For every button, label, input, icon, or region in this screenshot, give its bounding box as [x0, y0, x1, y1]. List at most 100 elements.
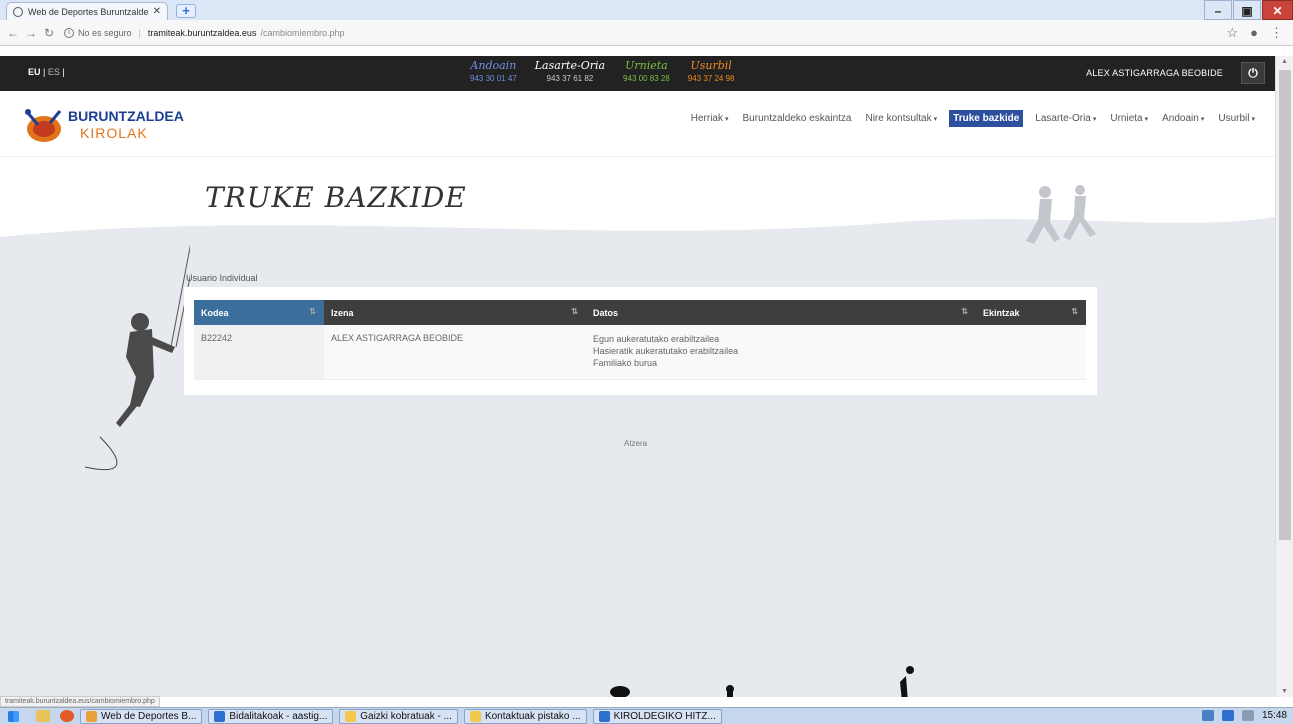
chevron-down-icon: ▾ [1200, 116, 1205, 123]
taskbar-app-button[interactable]: Bidalitakoak - aastig... [208, 708, 334, 724]
table-row: B22242 ALEX ASTIGARRAGA BEOBIDE Egun auk… [194, 325, 1086, 380]
start-button[interactable] [0, 708, 26, 724]
forward-arrow-icon[interactable]: → [22, 26, 40, 40]
cell-ekintzak [976, 325, 1086, 380]
sort-icon: ⇅ [309, 307, 316, 316]
datos-line: Egun aukeratutako erabiltzailea [593, 334, 720, 344]
runners-silhouette-icon [1026, 185, 1096, 244]
town-phones: Andoain 943 30 01 47 Lasarte-Oria 943 37 61… [470, 59, 734, 85]
menu-item-herriak[interactable]: Herriak ▾ [689, 110, 731, 127]
menu-item-label: Andoain [1162, 113, 1199, 124]
column-header-izena[interactable]: Izena ⇅ [324, 300, 586, 325]
sort-icon: ⇅ [961, 307, 968, 316]
url-host: tramiteak.buruntzaldea.eus [147, 27, 257, 38]
chevron-down-icon: ▾ [1092, 116, 1097, 123]
lang-eu-link[interactable]: EU [28, 67, 41, 77]
info-icon[interactable]: i [64, 27, 74, 38]
menu-item-buruntzaldeko-eskaintza[interactable]: Buruntzaldeko eskaintza [741, 110, 854, 127]
taskbar-app-label: Kontaktuak pistako ... [484, 710, 581, 722]
taskbar-app-label: Bidalitakoak - aastig... [229, 710, 328, 722]
reload-icon[interactable]: ↻ [40, 26, 58, 40]
town-contact: Andoain 943 30 01 47 [470, 59, 517, 85]
taskbar-app-button[interactable]: Kontaktuak pistako ... [463, 708, 587, 724]
app-icon [469, 710, 481, 722]
brand-subtitle: KIROLAK [80, 125, 148, 141]
network-icon[interactable] [1201, 710, 1214, 721]
logout-button[interactable]: ⏻ [1241, 62, 1265, 84]
column-header-datos[interactable]: Datos ⇅ [586, 300, 976, 325]
chevron-down-icon: ▾ [1251, 116, 1255, 123]
browser-tab[interactable]: Web de Deportes Buruntzaldea ✕ [6, 2, 168, 20]
menu-item-label: Buruntzaldeko eskaintza [742, 113, 852, 124]
menu-dots-icon[interactable]: ⋮ [1270, 25, 1283, 41]
profile-icon[interactable]: ● [1250, 25, 1258, 41]
taskbar-app-button[interactable]: KIROLDEGIKO HITZ... [592, 708, 722, 724]
scroll-up-icon[interactable]: ▲ [1281, 58, 1288, 65]
window-minimize-button[interactable]: – [1204, 0, 1232, 20]
column-header-label: Kodea [201, 307, 229, 318]
new-tab-button[interactable]: + [176, 4, 196, 18]
chevron-down-icon: ▾ [725, 116, 729, 123]
lang-divider: | [62, 67, 65, 77]
menu-item-urnieta[interactable]: Urnieta ▾ [1108, 110, 1150, 127]
taskbar-app-button[interactable]: Gaizki kobratuak - ... [339, 708, 458, 724]
menu-item-label: Truke bazkide [953, 113, 1020, 124]
volume-icon[interactable] [1241, 710, 1254, 721]
taskbar: Web de Deportes B... Bidalitakoak - aasti… [0, 707, 1293, 724]
clock[interactable]: 15:48 [1262, 710, 1287, 721]
climber-silhouette-icon [84, 244, 190, 471]
column-header-kodea[interactable]: Kodea ⇅ [194, 300, 324, 325]
firefox-icon[interactable] [60, 710, 74, 722]
scroll-down-icon[interactable]: ▼ [1281, 688, 1288, 695]
app-icon [345, 710, 357, 722]
town-phone: 943 30 01 47 [470, 74, 517, 83]
power-icon: ⏻ [1248, 66, 1258, 80]
taskbar-app-label: Gaizki kobratuak - ... [360, 710, 452, 722]
cell-izena: ALEX ASTIGARRAGA BEOBIDE [324, 325, 586, 380]
app-icon [598, 710, 610, 722]
members-table: Kodea ⇅ Izena ⇅ Datos ⇅ Ekintzak ⇅ B22242 AL… [194, 300, 1086, 380]
taskbar-app-button[interactable]: Web de Deportes B... [80, 708, 203, 724]
site-logo[interactable]: BURUNTZALDEA KIROLAK [22, 105, 184, 145]
app-icon [86, 710, 97, 722]
bookmark-star-icon[interactable]: ☆ [1226, 25, 1238, 41]
column-header-label: Ekintzak [983, 307, 1020, 318]
insecure-label: No es seguro [78, 27, 132, 38]
window-close-button[interactable]: ✕ [1262, 0, 1293, 20]
town-name: Andoain [470, 59, 517, 72]
menu-item-andoain[interactable]: Andoain ▾ [1160, 110, 1206, 127]
column-header-ekintzak[interactable]: Ekintzak ⇅ [976, 300, 1086, 325]
scrollbar-thumb[interactable] [1279, 70, 1291, 540]
url-separator: | [138, 27, 141, 38]
file-explorer-icon[interactable] [36, 710, 50, 722]
menu-item-truke-bazkide[interactable]: Truke bazkide [949, 110, 1024, 127]
site-favicon-icon [13, 6, 23, 17]
logged-user-name[interactable]: ALEX ASTIGARRAGA BEOBIDE [1086, 68, 1223, 78]
menu-item-label: Lasarte-Oria [1035, 113, 1091, 124]
menu-item-label: Usurbil [1218, 113, 1250, 124]
cell-kodea: B22242 [194, 325, 324, 380]
back-arrow-icon[interactable]: ← [4, 26, 22, 40]
window-maximize-button[interactable]: ▣ [1233, 0, 1261, 20]
menu-item-lasarte-oria[interactable]: Lasarte-Oria ▾ [1033, 110, 1098, 127]
column-header-label: Izena [331, 307, 354, 318]
town-contact: Lasarte-Oria 943 37 61 82 [535, 59, 605, 85]
menu-item-nire-kontsultak[interactable]: Nire kontsultak ▾ [863, 110, 939, 127]
page-title: TRUKE BAZKIDE [205, 181, 467, 214]
app-icon [214, 710, 226, 722]
town-name: Usurbil [690, 59, 732, 72]
page-scrollbar[interactable]: ▲ ▼ [1275, 56, 1293, 697]
outlook-tray-icon[interactable] [1221, 710, 1234, 721]
town-contact: Urnieta 943 00 83 28 [623, 59, 670, 85]
main-content: TRUKE BAZKIDE Usuario Individual Kodea ⇅ … [0, 157, 1275, 697]
menu-item-label: Urnieta [1110, 113, 1143, 124]
tab-close-icon[interactable]: ✕ [153, 6, 161, 17]
town-phone: 943 00 83 28 [623, 74, 670, 83]
tab-title: Web de Deportes Buruntzaldea [28, 6, 149, 17]
menu-item-usurbil[interactable]: Usurbil ▾ [1216, 110, 1257, 127]
town-phone: 943 37 61 82 [546, 74, 594, 83]
lang-es-link[interactable]: ES [48, 67, 60, 77]
url-field[interactable]: i No es seguro | tramiteak.buruntzaldea.… [64, 27, 344, 38]
windows-logo-icon [7, 710, 19, 722]
back-link[interactable]: Atzera [624, 439, 647, 448]
